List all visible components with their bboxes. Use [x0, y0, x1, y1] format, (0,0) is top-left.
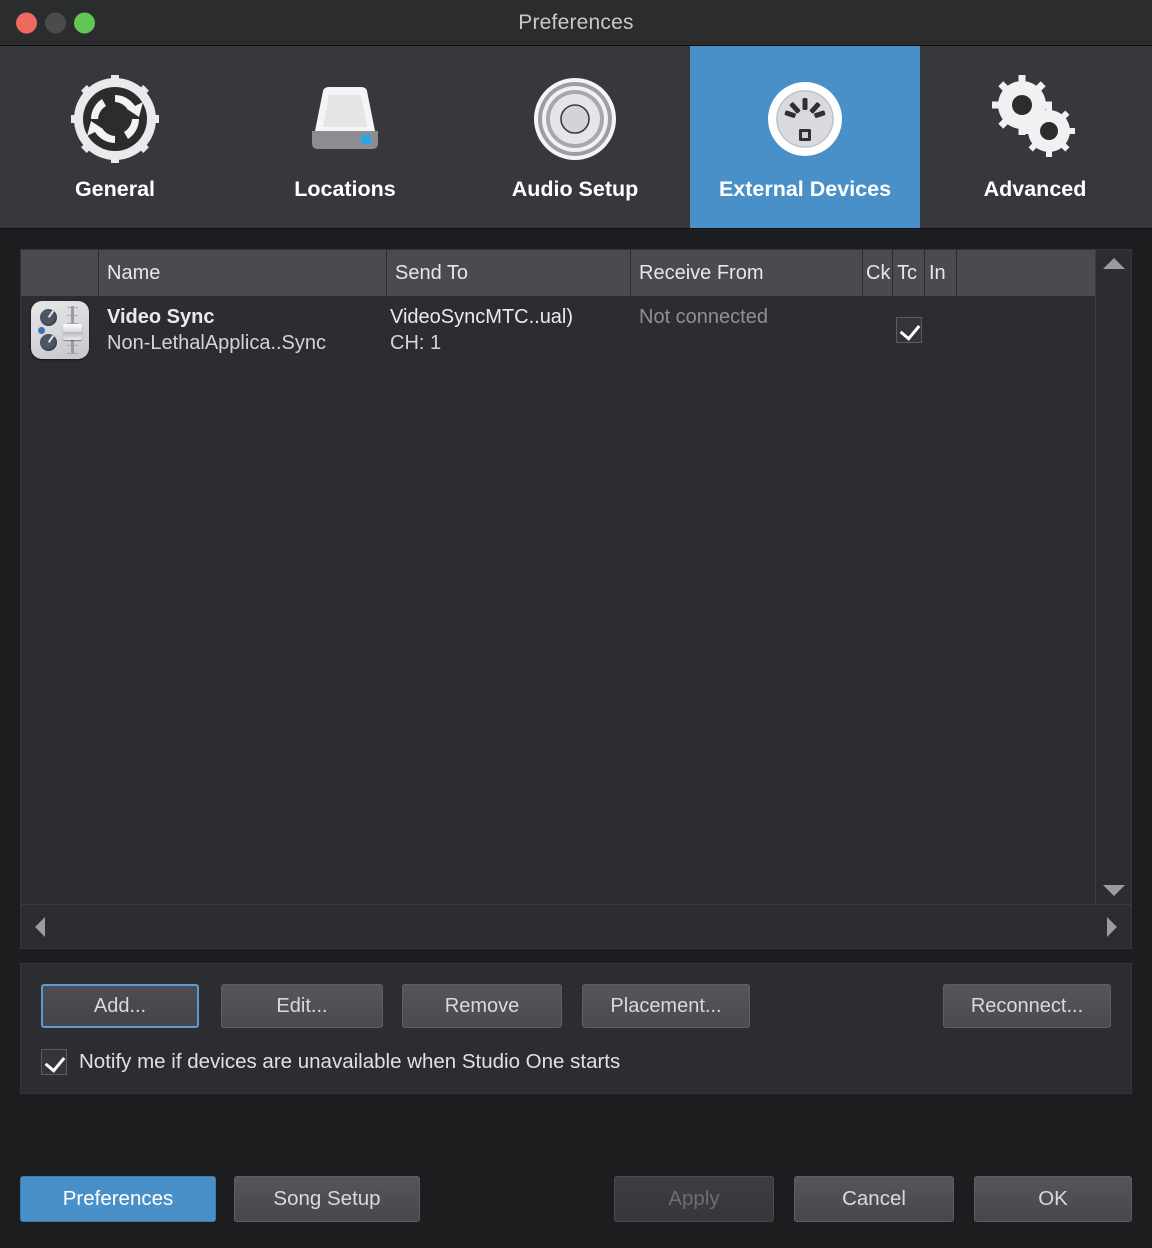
device-table: Name Send To Receive From Ck Tc In Video… [21, 250, 1095, 904]
midi-device-icon [31, 301, 89, 359]
tab-song-setup[interactable]: Song Setup [234, 1176, 420, 1222]
device-table-header: Name Send To Receive From Ck Tc In [21, 250, 1095, 296]
apply-button[interactable]: Apply [614, 1176, 774, 1222]
scroll-left-arrow[interactable] [35, 916, 45, 937]
column-header-spacer[interactable] [957, 250, 1095, 296]
audio-device-icon [527, 71, 623, 167]
row-clock-cell[interactable] [863, 296, 893, 364]
toolbar-item-audio-setup[interactable]: Audio Setup [460, 46, 690, 228]
row-input-cell[interactable] [925, 296, 957, 364]
device-table-body: Video Sync Non-LethalApplica..Sync Video… [21, 296, 1095, 904]
edit-button[interactable]: Edit... [221, 984, 383, 1028]
device-name: Video Sync [107, 306, 215, 328]
led-indicator [38, 327, 45, 334]
preferences-body: Name Send To Receive From Ck Tc In Video… [0, 229, 1152, 1150]
row-spacer-cell [957, 296, 1095, 364]
column-header-input[interactable]: In [925, 250, 957, 296]
row-receive-from-cell: Not connected [631, 296, 863, 364]
timecode-checkbox[interactable] [896, 317, 922, 343]
notify-label: Notify me if devices are unavailable whe… [79, 1050, 621, 1073]
column-header-name[interactable]: Name [99, 250, 387, 296]
toolbar-item-advanced[interactable]: Advanced [920, 46, 1150, 228]
table-row[interactable]: Video Sync Non-LethalApplica..Sync Video… [21, 296, 1095, 364]
placement-button[interactable]: Placement... [582, 984, 750, 1028]
dialog-footer: Preferences Song Setup Apply Cancel OK [0, 1150, 1152, 1248]
toolbar-item-general[interactable]: General [0, 46, 230, 228]
notify-checkbox[interactable] [41, 1049, 67, 1075]
notify-row: Notify me if devices are unavailable whe… [41, 1049, 1111, 1075]
receive-from-status: Not connected [639, 306, 768, 328]
column-header-clock[interactable]: Ck [863, 250, 893, 296]
device-model: Non-LethalApplica..Sync [107, 332, 327, 354]
knob-lower [40, 334, 57, 351]
tab-preferences[interactable]: Preferences [20, 1176, 216, 1222]
column-header-receive-from[interactable]: Receive From [631, 250, 863, 296]
toolbar-label-external-devices: External Devices [718, 177, 892, 201]
scroll-right-arrow[interactable] [1107, 916, 1117, 937]
toolbar-label-advanced: Advanced [983, 177, 1087, 201]
row-device-icon-cell [21, 296, 99, 364]
cancel-button[interactable]: Cancel [794, 1176, 954, 1222]
vertical-scrollbar[interactable] [1095, 250, 1131, 904]
hard-drive-icon [297, 71, 393, 167]
ok-button[interactable]: OK [974, 1176, 1132, 1222]
preferences-window: Preferences General Locations Audio Setu… [0, 0, 1152, 1248]
add-button[interactable]: Add... [41, 984, 199, 1028]
toolbar-label-locations: Locations [294, 177, 396, 201]
row-timecode-cell[interactable] [893, 296, 925, 364]
scroll-up-arrow[interactable] [1102, 258, 1125, 269]
device-actions-panel: Add... Edit... Remove Placement... Recon… [20, 963, 1132, 1094]
row-name-cell: Video Sync Non-LethalApplica..Sync [99, 296, 387, 364]
row-send-to-cell: VideoSyncMTC..ual) CH: 1 [387, 296, 631, 364]
column-header-send-to[interactable]: Send To [387, 250, 631, 296]
column-header-timecode[interactable]: Tc [893, 250, 925, 296]
midi-port-icon [757, 71, 853, 167]
device-table-area: Name Send To Receive From Ck Tc In Video… [21, 250, 1131, 904]
gear-refresh-icon [67, 71, 163, 167]
device-actions-row: Add... Edit... Remove Placement... Recon… [41, 984, 1111, 1028]
toolbar-label-audio-setup: Audio Setup [511, 177, 639, 201]
send-to-port: VideoSyncMTC..ual) [390, 306, 574, 328]
send-to-channel: CH: 1 [390, 332, 442, 354]
preferences-toolbar: General Locations Audio Setup External D… [0, 46, 1152, 229]
remove-button[interactable]: Remove [402, 984, 562, 1028]
horizontal-scrollbar[interactable] [21, 904, 1131, 948]
fader-handle [63, 324, 82, 340]
toolbar-item-locations[interactable]: Locations [230, 46, 460, 228]
window-titlebar: Preferences [0, 0, 1152, 46]
knob-upper [40, 309, 57, 326]
reconnect-button[interactable]: Reconnect... [943, 984, 1111, 1028]
toolbar-item-external-devices[interactable]: External Devices [690, 46, 920, 228]
double-gears-icon [987, 71, 1083, 167]
column-header-icon[interactable] [21, 250, 99, 296]
window-title: Preferences [518, 10, 634, 34]
scroll-down-arrow[interactable] [1102, 885, 1125, 896]
toolbar-label-general: General [74, 177, 156, 201]
external-devices-panel: Name Send To Receive From Ck Tc In Video… [20, 249, 1132, 949]
